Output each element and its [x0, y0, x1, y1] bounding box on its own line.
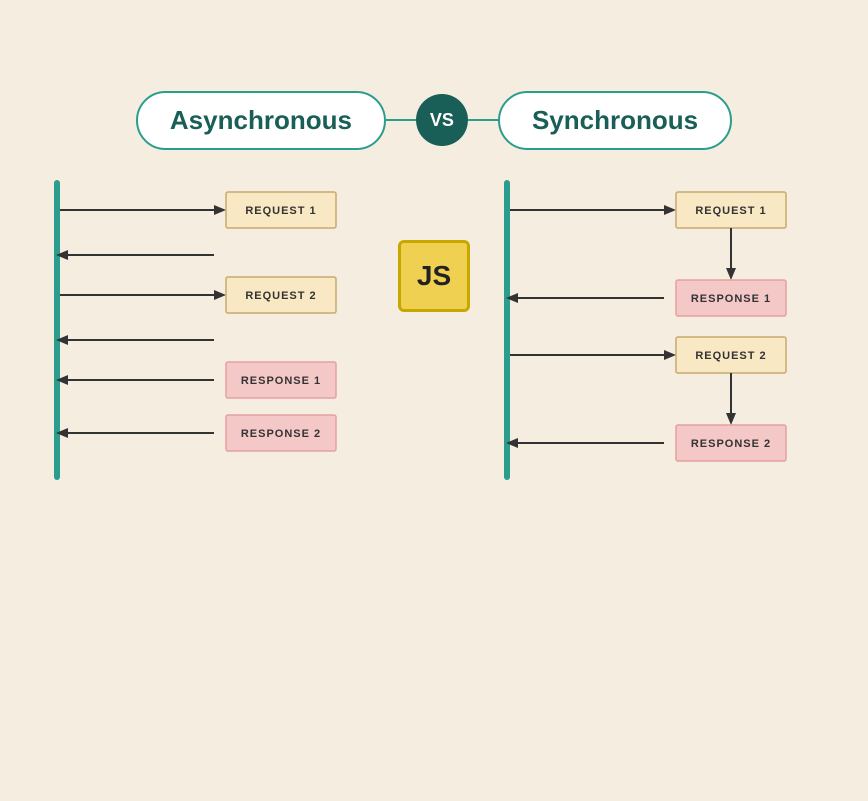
- sync-diagram: REQUEST 1 RESPONSE 1 REQUEST 2: [504, 180, 814, 480]
- header-row: Asynchronous VS Synchronous: [54, 91, 814, 150]
- connector-left: [386, 119, 416, 122]
- svg-text:REQUEST 1: REQUEST 1: [245, 205, 316, 217]
- sync-title: Synchronous: [498, 91, 732, 150]
- sync-svg: REQUEST 1 RESPONSE 1 REQUEST 2: [504, 180, 814, 480]
- middle-section: JS: [374, 180, 494, 312]
- svg-text:REQUEST 2: REQUEST 2: [695, 350, 766, 362]
- vs-badge: VS: [416, 94, 468, 146]
- diagram-container: Asynchronous VS Synchronous REQUEST 1: [54, 91, 814, 711]
- async-title: Asynchronous: [136, 91, 386, 150]
- content-row: REQUEST 1 REQUEST 2: [54, 180, 814, 480]
- svg-text:RESPONSE 1: RESPONSE 1: [691, 293, 771, 305]
- svg-text:REQUEST 1: REQUEST 1: [695, 205, 766, 217]
- svg-text:RESPONSE 2: RESPONSE 2: [241, 428, 321, 440]
- svg-text:RESPONSE 2: RESPONSE 2: [691, 438, 771, 450]
- async-svg: REQUEST 1 REQUEST 2: [54, 180, 364, 480]
- svg-text:REQUEST 2: REQUEST 2: [245, 290, 316, 302]
- async-timeline: [54, 180, 60, 480]
- sync-timeline: [504, 180, 510, 480]
- connector-right: [468, 119, 498, 122]
- async-diagram: REQUEST 1 REQUEST 2: [54, 180, 364, 480]
- js-badge: JS: [398, 240, 470, 312]
- svg-text:RESPONSE 1: RESPONSE 1: [241, 375, 321, 387]
